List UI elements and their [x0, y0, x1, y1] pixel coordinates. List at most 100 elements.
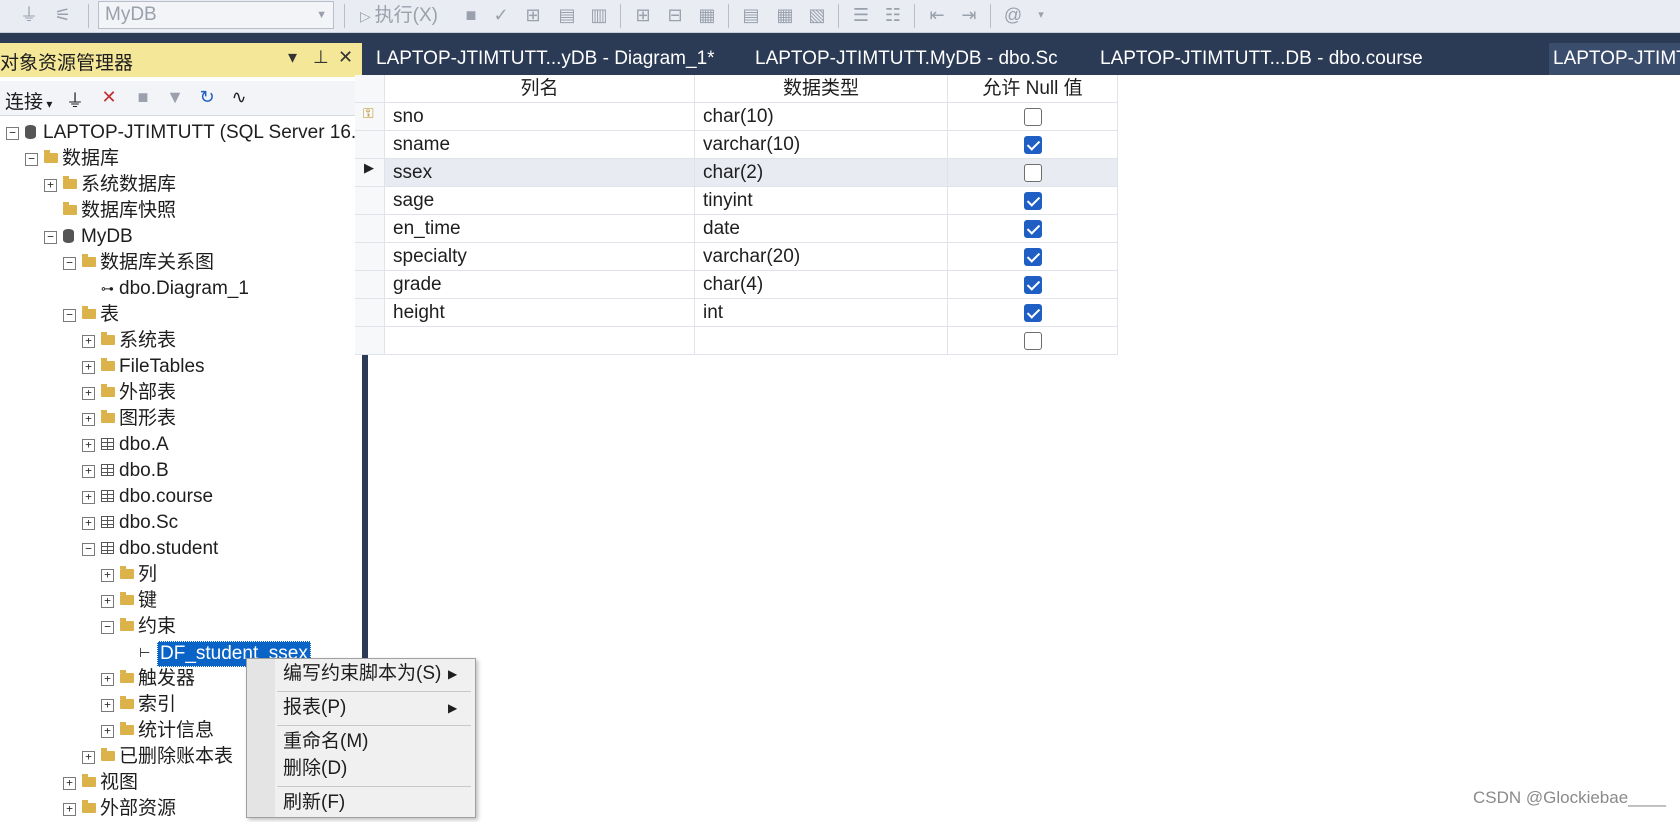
expand-icon[interactable]: + [82, 413, 95, 426]
tree-node[interactable]: + 外部表 [0, 380, 362, 406]
expand-icon[interactable]: + [82, 751, 95, 764]
data-type-cell[interactable]: varchar(20) [695, 243, 948, 271]
collapse-icon[interactable]: − [63, 309, 76, 322]
results-file-icon[interactable]: ▧ [806, 4, 828, 26]
data-type-cell[interactable]: varchar(10) [695, 131, 948, 159]
column-name-cell[interactable]: sname [385, 131, 695, 159]
dropdown-icon[interactable]: ▾ [288, 47, 297, 68]
data-type-cell[interactable]: int [695, 299, 948, 327]
column-name-cell[interactable]: height [385, 299, 695, 327]
expand-icon[interactable]: + [63, 803, 76, 816]
expand-icon[interactable]: + [101, 725, 114, 738]
expand-icon[interactable]: + [101, 595, 114, 608]
row-selector[interactable] [355, 187, 385, 215]
stop-icon[interactable]: ■ [132, 87, 154, 108]
execute-button[interactable]: ▷ 执行(X) [360, 3, 438, 29]
decrease-indent-icon[interactable]: ⇤ [926, 4, 948, 26]
column-name-cell[interactable]: specialty [385, 243, 695, 271]
tree-node[interactable]: − 表 [0, 302, 362, 328]
activity-monitor-icon[interactable]: ∿ [228, 87, 250, 108]
collapse-icon[interactable]: − [82, 543, 95, 556]
tree-node[interactable]: + 系统数据库 [0, 172, 362, 198]
column-name-cell[interactable]: sage [385, 187, 695, 215]
data-type-cell[interactable]: char(10) [695, 103, 948, 131]
filter-icon[interactable]: ▼ [164, 87, 186, 108]
results-grid-icon[interactable]: ▦ [774, 4, 796, 26]
column-name-cell[interactable]: sno [385, 103, 695, 131]
tab-dbo-sc[interactable]: LAPTOP-JTIMTUTT.MyDB - dbo.Sc [755, 43, 1058, 75]
expand-icon[interactable]: + [101, 699, 114, 712]
live-stats-icon[interactable]: ⊟ [664, 4, 686, 26]
results-to-text-icon[interactable]: ▤ [556, 4, 578, 26]
tree-node[interactable]: + 图形表 [0, 406, 362, 432]
tree-node[interactable]: + dbo.course [0, 484, 362, 510]
data-type-cell[interactable]: char(4) [695, 271, 948, 299]
tab-dbo-course[interactable]: LAPTOP-JTIMTUTT...DB - dbo.course [1100, 43, 1423, 75]
tab-diagram[interactable]: LAPTOP-JTIMTUTT...yDB - Diagram_1* [376, 43, 715, 75]
allow-null-checkbox[interactable] [1024, 276, 1042, 294]
row-selector[interactable]: ▶ [355, 159, 385, 187]
expand-icon[interactable]: + [101, 673, 114, 686]
disconnect-icon[interactable]: ✕ [98, 87, 120, 108]
plug-icon[interactable]: ⏚ [18, 4, 40, 26]
tree-node[interactable]: + dbo.A [0, 432, 362, 458]
row-selector[interactable] [355, 215, 385, 243]
row-selector[interactable]: ⚿ [355, 103, 385, 131]
stop-icon[interactable]: ■ [460, 4, 482, 26]
expand-icon[interactable]: + [44, 179, 57, 192]
menu-item-script-constraint[interactable]: 编写约束脚本为(S) ▶ [283, 660, 457, 688]
connect-button[interactable]: 连接 ▾ [5, 87, 52, 114]
allow-null-checkbox[interactable] [1024, 192, 1042, 210]
allow-null-checkbox[interactable] [1024, 248, 1042, 266]
tree-node[interactable]: 数据库快照 [0, 198, 362, 224]
expand-icon[interactable]: + [82, 361, 95, 374]
tree-node[interactable]: − 约束 [0, 614, 362, 640]
tree-node[interactable]: + 系统表 [0, 328, 362, 354]
expand-icon[interactable]: + [63, 777, 76, 790]
close-icon[interactable]: ✕ [338, 47, 353, 68]
overflow-icon[interactable]: ▾ [1030, 4, 1052, 26]
pin-icon[interactable]: ⊥ [313, 47, 329, 68]
collapse-icon[interactable]: − [101, 621, 114, 634]
tree-node[interactable]: − dbo.student [0, 536, 362, 562]
tree-node[interactable]: + FileTables [0, 354, 362, 380]
allow-null-checkbox[interactable] [1024, 164, 1042, 182]
specify-values-icon[interactable]: @ [1002, 4, 1024, 26]
database-select[interactable]: MyDB ▼ [98, 1, 334, 29]
data-type-cell[interactable]: tinyint [695, 187, 948, 215]
column-name-cell[interactable]: ssex [385, 159, 695, 187]
tab-dbo-student[interactable]: LAPTOP-JTIMT [1553, 43, 1680, 75]
collapse-icon[interactable]: − [25, 153, 38, 166]
tree-node[interactable]: + dbo.Sc [0, 510, 362, 536]
allow-null-checkbox[interactable] [1024, 332, 1042, 350]
tree-node[interactable]: − 数据库 [0, 146, 362, 172]
row-selector[interactable] [355, 131, 385, 159]
data-type-cell[interactable]: char(2) [695, 159, 948, 187]
collapse-icon[interactable]: − [63, 257, 76, 270]
results-to-file-icon[interactable]: ▥ [588, 4, 610, 26]
expand-icon[interactable]: + [82, 517, 95, 530]
include-plan-icon[interactable]: ⊞ [632, 4, 654, 26]
tree-node[interactable]: − MyDB [0, 224, 362, 250]
menu-item-rename[interactable]: 重命名(M) [283, 728, 368, 756]
allow-null-checkbox[interactable] [1024, 108, 1042, 126]
query-plan-icon[interactable]: ⊞ [522, 4, 544, 26]
column-name-cell[interactable]: grade [385, 271, 695, 299]
tree-node[interactable]: − 数据库关系图 [0, 250, 362, 276]
expand-icon[interactable]: + [82, 491, 95, 504]
expand-icon[interactable]: + [82, 439, 95, 452]
data-type-cell[interactable] [695, 327, 948, 355]
results-text-icon[interactable]: ▤ [740, 4, 762, 26]
plug-icon[interactable]: ⏚ [64, 87, 86, 113]
tree-node[interactable]: − LAPTOP-JTIMTUTT (SQL Server 16.0.10 [0, 120, 393, 146]
tree-node[interactable]: + dbo.B [0, 458, 362, 484]
allow-null-checkbox[interactable] [1024, 304, 1042, 322]
tree-node[interactable]: + 列 [0, 562, 362, 588]
collapse-icon[interactable]: − [44, 231, 57, 244]
refresh-icon[interactable]: ↻ [196, 87, 218, 108]
column-name-cell[interactable]: en_time [385, 215, 695, 243]
increase-indent-icon[interactable]: ⇥ [958, 4, 980, 26]
tree-node[interactable]: ⊶ dbo.Diagram_1 [0, 276, 362, 302]
collapse-icon[interactable]: − [6, 127, 19, 140]
row-selector[interactable] [355, 299, 385, 327]
